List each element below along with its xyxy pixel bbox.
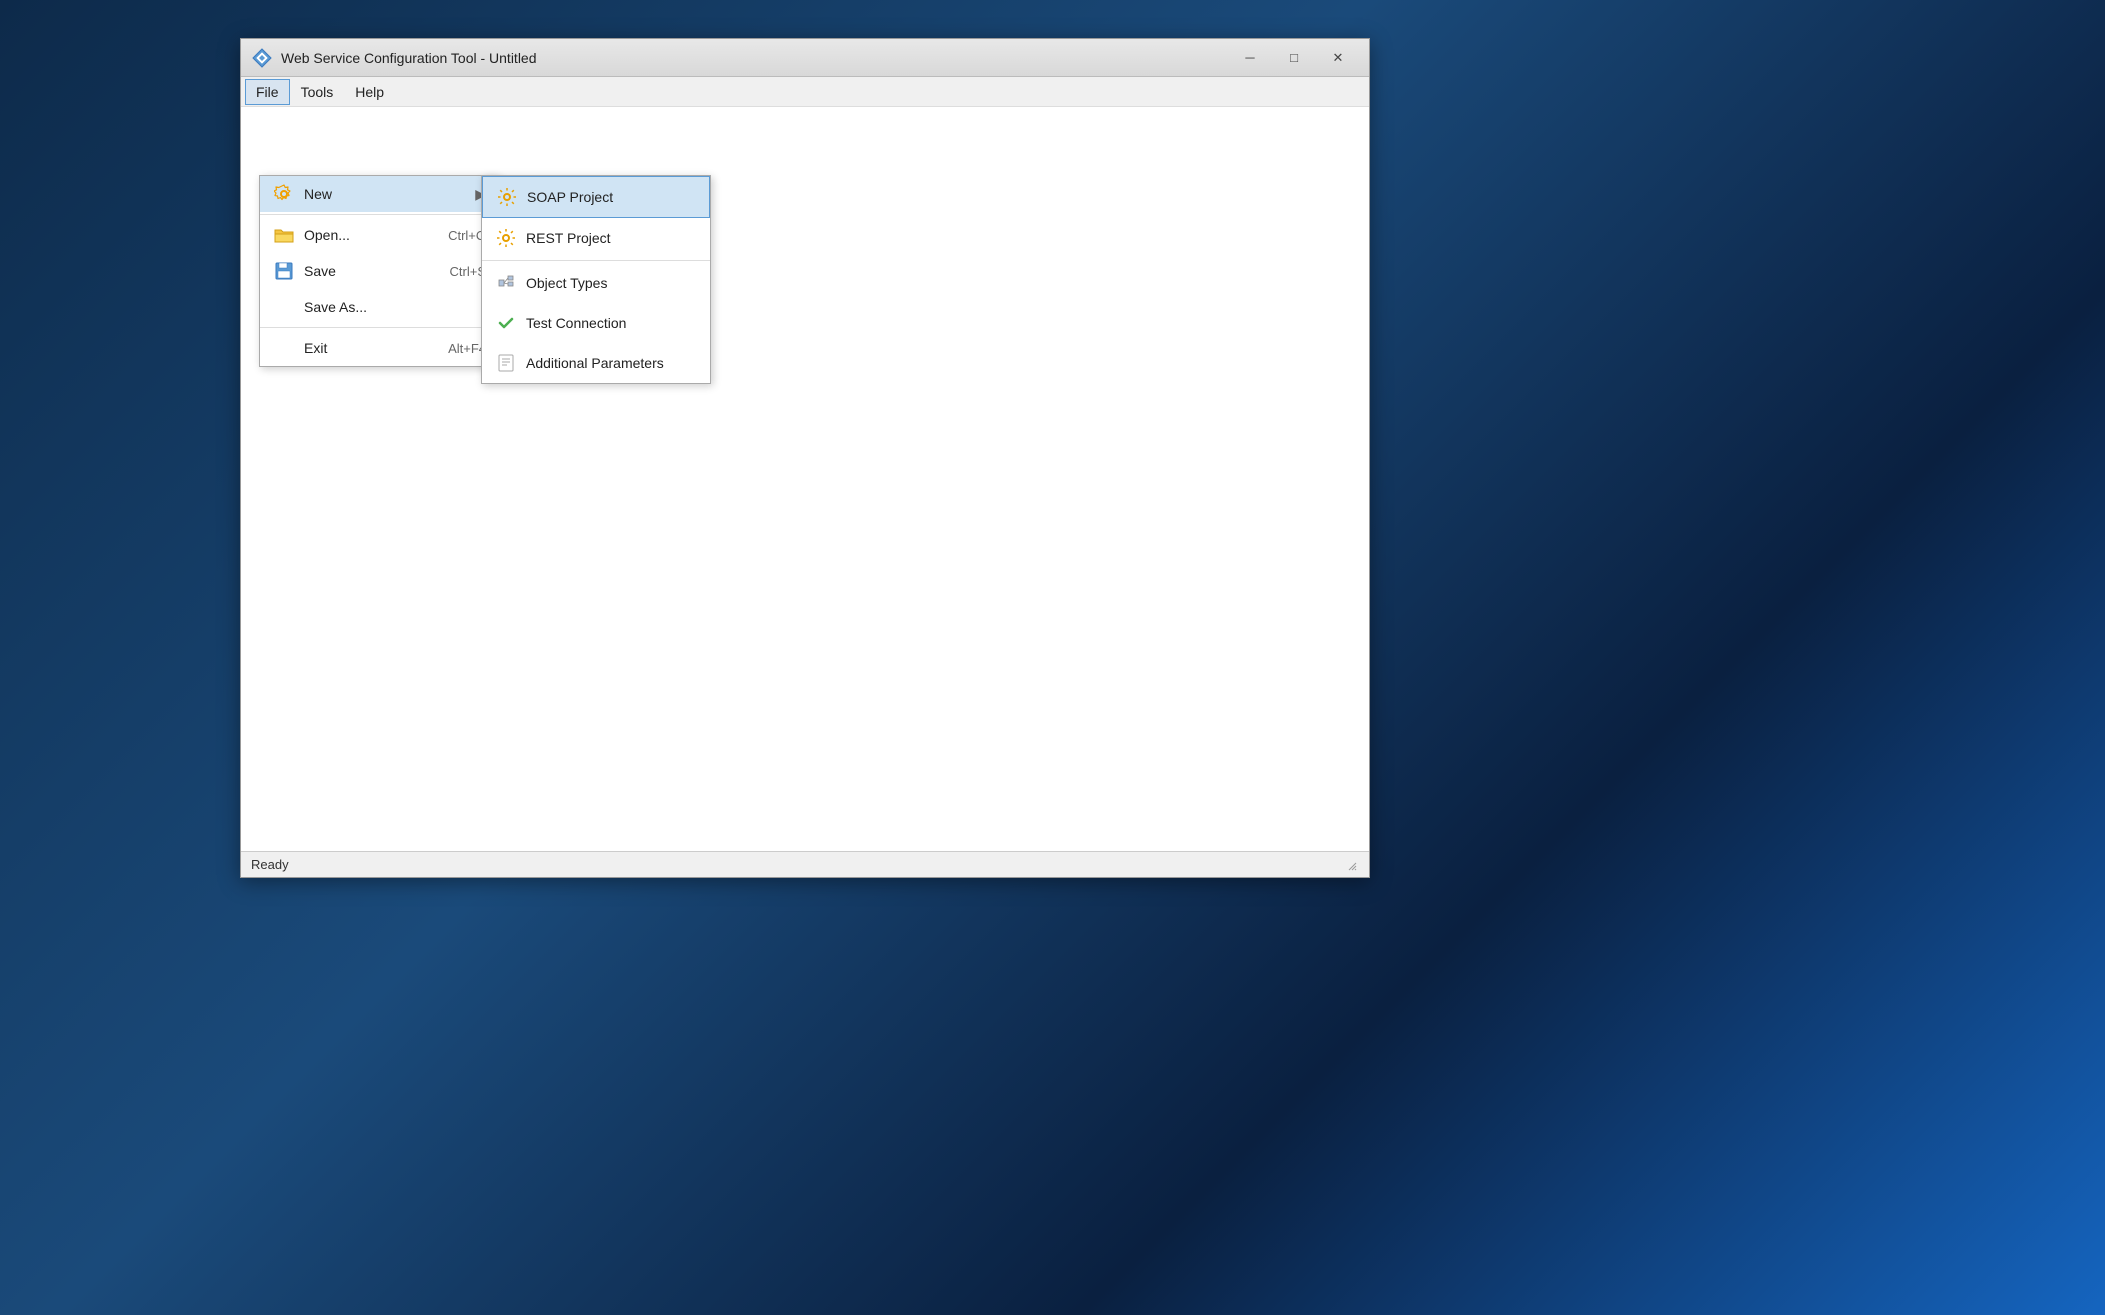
title-bar: Web Service Configuration Tool - Untitle… bbox=[241, 39, 1369, 77]
submenu-additional-params[interactable]: Additional Parameters bbox=[482, 343, 710, 383]
submenu-soap[interactable]: SOAP Project bbox=[482, 176, 710, 218]
menu-bar: File Tools Help bbox=[241, 77, 1369, 107]
submenu-rest[interactable]: REST Project bbox=[482, 218, 710, 258]
rest-label: REST Project bbox=[526, 230, 611, 246]
new-icon bbox=[272, 182, 296, 206]
status-bar: Ready bbox=[241, 851, 1369, 877]
new-label: New bbox=[304, 186, 467, 202]
soap-label: SOAP Project bbox=[527, 189, 613, 205]
submenu-test-connection[interactable]: Test Connection bbox=[482, 303, 710, 343]
open-label: Open... bbox=[304, 227, 432, 243]
saveas-icon bbox=[272, 295, 296, 319]
app-logo-icon bbox=[251, 47, 273, 69]
menu-item-save[interactable]: Save Ctrl+S bbox=[260, 253, 498, 289]
rest-icon bbox=[494, 226, 518, 250]
object-types-icon bbox=[494, 271, 518, 295]
test-connection-icon bbox=[494, 311, 518, 335]
additional-params-icon bbox=[494, 351, 518, 375]
menu-item-exit[interactable]: Exit Alt+F4 bbox=[260, 330, 498, 366]
separator-2 bbox=[260, 327, 498, 328]
menu-tools[interactable]: Tools bbox=[290, 79, 345, 105]
new-submenu: SOAP Project bbox=[481, 175, 711, 384]
exit-icon bbox=[272, 336, 296, 360]
menu-item-open[interactable]: Open... Ctrl+O bbox=[260, 217, 498, 253]
menu-help[interactable]: Help bbox=[344, 79, 395, 105]
save-icon bbox=[272, 259, 296, 283]
menu-file[interactable]: File bbox=[245, 79, 290, 105]
saveas-label: Save As... bbox=[304, 299, 486, 315]
object-types-label: Object Types bbox=[526, 275, 607, 291]
test-connection-label: Test Connection bbox=[526, 315, 626, 331]
open-icon bbox=[272, 223, 296, 247]
main-content: New ▶ Open... Ctrl+O bbox=[241, 107, 1369, 851]
submenu-separator bbox=[482, 260, 710, 261]
submenu-object-types[interactable]: Object Types bbox=[482, 263, 710, 303]
status-bar-grip bbox=[1343, 857, 1359, 873]
additional-params-label: Additional Parameters bbox=[526, 355, 664, 371]
menu-item-saveas[interactable]: Save As... bbox=[260, 289, 498, 325]
exit-label: Exit bbox=[304, 340, 432, 356]
soap-icon bbox=[495, 185, 519, 209]
menu-item-new[interactable]: New ▶ bbox=[260, 176, 498, 212]
separator-1 bbox=[260, 214, 498, 215]
status-text: Ready bbox=[251, 857, 289, 872]
minimize-button[interactable]: ─ bbox=[1229, 43, 1271, 73]
window-title: Web Service Configuration Tool - Untitle… bbox=[281, 50, 1229, 66]
window-controls: ─ □ ✕ bbox=[1229, 43, 1359, 73]
close-button[interactable]: ✕ bbox=[1317, 43, 1359, 73]
save-label: Save bbox=[304, 263, 434, 279]
file-dropdown: New ▶ Open... Ctrl+O bbox=[259, 175, 499, 367]
maximize-button[interactable]: □ bbox=[1273, 43, 1315, 73]
app-window: Web Service Configuration Tool - Untitle… bbox=[240, 38, 1370, 878]
